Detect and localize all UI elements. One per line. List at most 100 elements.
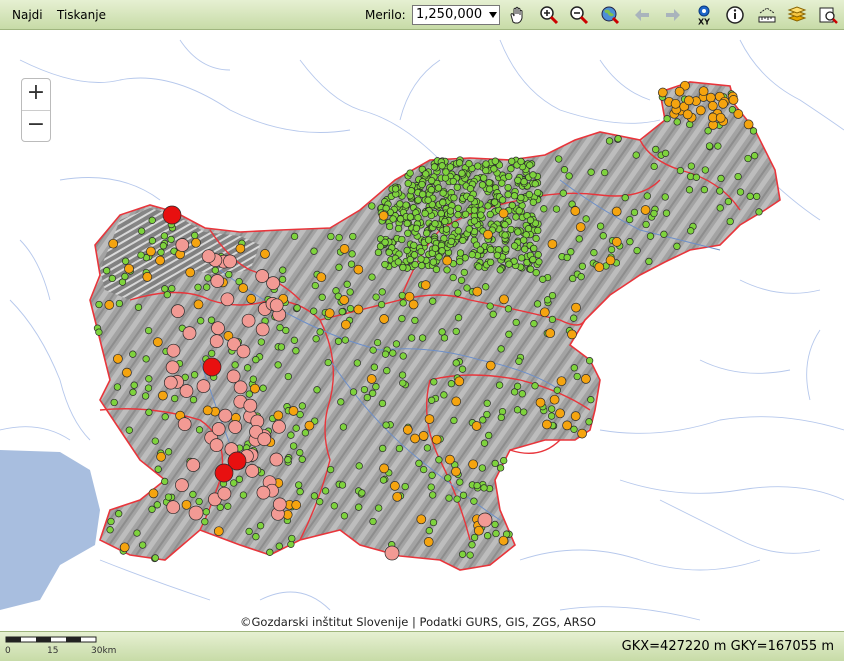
info-icon[interactable] [725, 5, 745, 25]
map-point[interactable] [491, 157, 499, 165]
map-point[interactable] [716, 187, 724, 195]
map-point[interactable] [577, 428, 587, 439]
map-point[interactable] [403, 219, 411, 228]
map-point[interactable] [505, 172, 513, 181]
map-point[interactable] [339, 295, 350, 305]
map-point[interactable] [439, 189, 447, 197]
map-point[interactable] [493, 251, 501, 259]
map-point[interactable] [429, 258, 438, 266]
map-point[interactable] [202, 508, 210, 516]
map-point[interactable] [195, 426, 204, 434]
map-point[interactable] [168, 284, 176, 293]
map-point[interactable] [95, 300, 103, 309]
map-point[interactable] [661, 149, 670, 157]
previous-view-arrow-icon[interactable] [632, 5, 652, 25]
map-point[interactable] [456, 249, 465, 257]
map-point[interactable] [543, 296, 552, 304]
map-point[interactable] [744, 154, 752, 163]
map-point[interactable] [158, 390, 168, 401]
map-point[interactable] [201, 518, 209, 526]
map-point[interactable] [445, 454, 455, 465]
map-point[interactable] [463, 284, 471, 292]
map-point[interactable] [411, 316, 419, 325]
map-point[interactable] [422, 170, 430, 178]
map-point[interactable] [607, 245, 616, 254]
map-point[interactable] [152, 337, 163, 347]
map-point[interactable] [410, 251, 419, 259]
map-point[interactable] [107, 517, 115, 526]
map-point[interactable] [133, 529, 141, 537]
map-point[interactable] [491, 459, 499, 468]
map-point[interactable] [398, 371, 407, 379]
map-point[interactable] [167, 235, 175, 244]
map-point[interactable] [148, 488, 159, 499]
map-point[interactable] [402, 201, 410, 209]
map-point[interactable] [366, 374, 377, 384]
map-point[interactable] [621, 194, 629, 202]
map-point[interactable] [108, 274, 116, 283]
map-point[interactable] [451, 466, 461, 477]
map-point[interactable] [632, 151, 640, 159]
map-point[interactable] [534, 226, 542, 235]
map-point[interactable] [424, 414, 435, 424]
map-canvas[interactable] [0, 30, 844, 631]
map-point[interactable] [157, 248, 165, 256]
map-point[interactable] [549, 394, 560, 405]
map-point[interactable] [369, 517, 377, 526]
map-point[interactable] [458, 365, 467, 373]
map-point[interactable] [555, 155, 563, 163]
map-point[interactable] [390, 481, 400, 491]
map-point[interactable] [640, 205, 651, 215]
map-point[interactable] [121, 257, 130, 265]
map-point[interactable] [435, 456, 443, 464]
map-point[interactable] [166, 343, 181, 358]
map-point[interactable] [250, 383, 260, 394]
next-view-arrow-icon[interactable] [663, 5, 683, 25]
map-point[interactable] [565, 172, 573, 180]
map-point[interactable] [532, 269, 540, 277]
map-point[interactable] [517, 157, 525, 166]
zoom-in-icon[interactable] [539, 5, 559, 25]
map-point[interactable] [191, 231, 199, 240]
map-point[interactable] [587, 168, 595, 176]
map-point[interactable] [749, 127, 758, 135]
map-point[interactable] [529, 198, 537, 206]
map-point[interactable] [348, 250, 356, 258]
map-point[interactable] [427, 176, 436, 185]
map-point[interactable] [643, 192, 651, 200]
map-point[interactable] [211, 266, 219, 274]
map-point[interactable] [526, 161, 534, 169]
map-point[interactable] [171, 394, 179, 403]
map-point[interactable] [175, 478, 189, 492]
map-point[interactable] [379, 444, 387, 453]
map-point[interactable] [517, 193, 525, 202]
map-point[interactable] [605, 255, 616, 266]
map-point[interactable] [327, 232, 335, 241]
map-point[interactable] [115, 510, 123, 518]
map-point[interactable] [673, 118, 681, 126]
map-point[interactable] [399, 263, 407, 272]
map-point[interactable] [153, 501, 161, 509]
map-point[interactable] [211, 422, 226, 436]
map-point[interactable] [477, 211, 485, 219]
map-point[interactable] [211, 321, 225, 336]
map-point[interactable] [203, 283, 211, 291]
map-point[interactable] [614, 135, 622, 143]
map-point[interactable] [349, 388, 358, 396]
map-point[interactable] [430, 163, 439, 171]
map-point[interactable] [515, 207, 523, 215]
map-point[interactable] [676, 166, 685, 175]
map-point[interactable] [95, 328, 103, 336]
map-point[interactable] [533, 300, 542, 308]
map-point[interactable] [733, 109, 744, 119]
map-point[interactable] [375, 504, 383, 512]
map-point[interactable] [460, 268, 468, 277]
map-point[interactable] [529, 255, 537, 264]
map-point[interactable] [468, 459, 478, 470]
map-point[interactable] [490, 165, 498, 173]
map-point[interactable] [381, 238, 389, 246]
map-point[interactable] [207, 316, 216, 324]
map-point[interactable] [202, 405, 213, 416]
map-point[interactable] [657, 87, 668, 98]
map-point[interactable] [239, 491, 248, 499]
